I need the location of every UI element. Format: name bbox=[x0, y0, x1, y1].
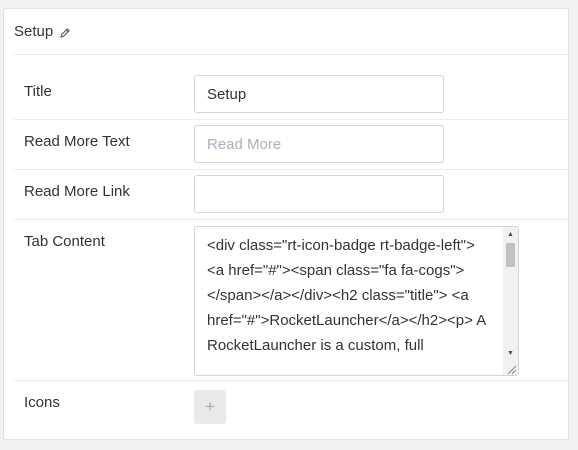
read-more-link-label: Read More Link bbox=[24, 183, 130, 200]
read-more-text-input[interactable] bbox=[194, 125, 444, 163]
title-input[interactable] bbox=[194, 75, 444, 113]
read-more-link-input[interactable] bbox=[194, 175, 444, 213]
tab-content-textarea[interactable]: <div class="rt-icon-badge rt-badge-left"… bbox=[194, 226, 519, 376]
title-label: Title bbox=[24, 83, 52, 100]
icons-label: Icons bbox=[24, 394, 60, 411]
row-divider bbox=[14, 119, 568, 120]
row-divider bbox=[14, 219, 568, 220]
read-more-text-label: Read More Text bbox=[24, 133, 130, 150]
resize-grip-icon[interactable] bbox=[505, 362, 517, 375]
row-divider bbox=[14, 380, 568, 381]
row-divider bbox=[14, 169, 568, 170]
setup-panel: Setup Title Read More Text Read More Lin… bbox=[3, 8, 569, 440]
tab-content-text[interactable]: <div class="rt-icon-badge rt-badge-left"… bbox=[207, 233, 496, 358]
tab-content-label: Tab Content bbox=[24, 233, 105, 250]
scroll-down-arrow-icon[interactable]: ▼ bbox=[503, 346, 518, 361]
scrollbar-thumb[interactable] bbox=[506, 243, 515, 267]
panel-header: Setup bbox=[14, 23, 71, 40]
pencil-icon[interactable] bbox=[59, 26, 71, 38]
add-icon-button[interactable]: + bbox=[194, 390, 226, 424]
scroll-up-arrow-icon[interactable]: ▲ bbox=[503, 227, 518, 242]
plus-icon: + bbox=[205, 397, 215, 416]
header-divider bbox=[14, 54, 568, 55]
textarea-scrollbar[interactable]: ▲ ▼ bbox=[503, 227, 518, 375]
panel-title: Setup bbox=[14, 23, 54, 40]
